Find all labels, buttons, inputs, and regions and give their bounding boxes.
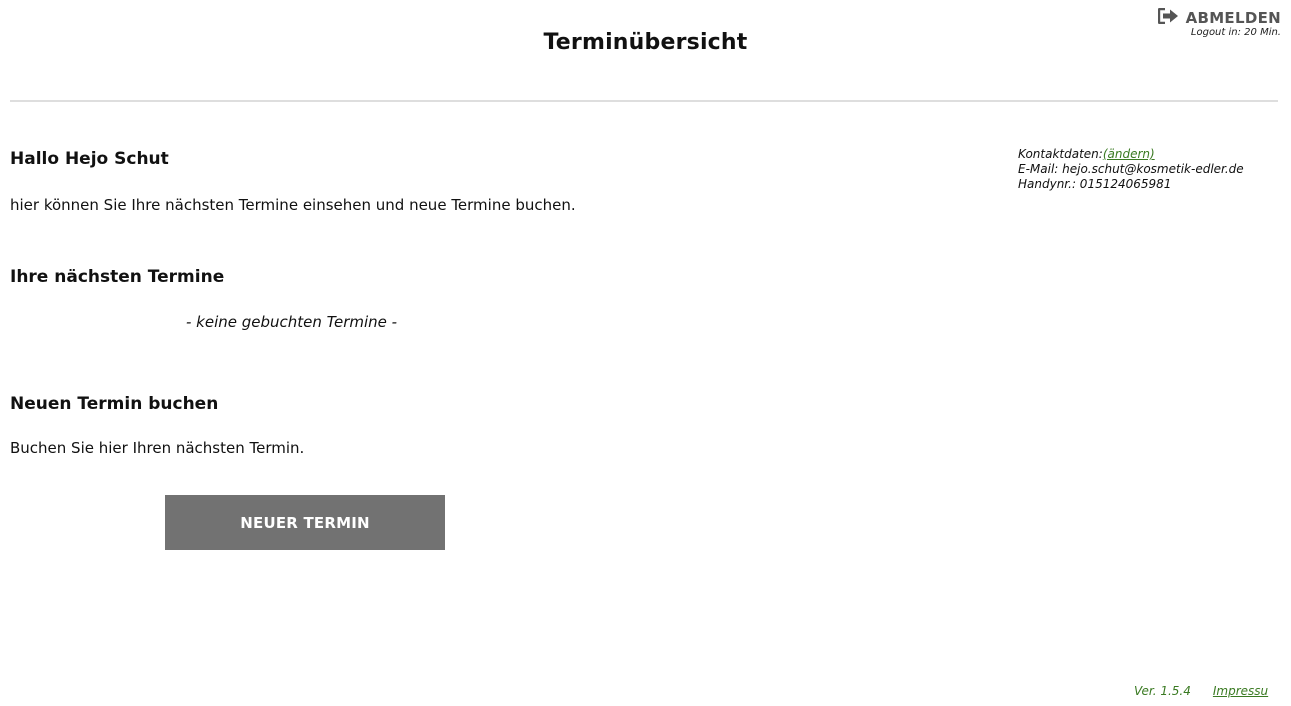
contact-label: Kontaktdaten: [1018,147,1103,161]
footer: Ver. 1.5.4 Impressu [1134,684,1268,698]
contact-email: E-Mail: hejo.schut@kosmetik-edler.de [1018,162,1244,176]
logout-timer: Logout in: 20 Min. [1190,27,1281,38]
header-divider [10,100,1278,102]
change-contact-link[interactable]: (ändern) [1103,147,1155,161]
no-appointments-text: - keine gebuchten Termine - [186,313,398,331]
sign-out-icon[interactable] [1157,7,1180,28]
impressum-link[interactable]: Impressu [1213,684,1268,698]
page: Terminübersicht ABMELDEN Logout in: 20 M… [0,0,1291,706]
booking-heading: Neuen Termin buchen [10,394,219,414]
greeting-text: hier können Sie Ihre nächsten Termine ei… [10,196,576,214]
contact-info: Kontaktdaten:(ändern) E-Mail: hejo.schut… [1018,147,1244,192]
logout-label[interactable]: ABMELDEN [1186,9,1281,27]
version-label: Ver. 1.5.4 [1134,684,1191,698]
greeting-heading: Hallo Hejo Schut [10,149,169,169]
new-appointment-button[interactable]: NEUER TERMIN [165,495,445,550]
contact-phone: Handynr.: 015124065981 [1018,177,1172,191]
page-title: Terminübersicht [543,30,748,55]
booking-text: Buchen Sie hier Ihren nächsten Termin. [10,439,305,457]
logout-button[interactable]: ABMELDEN Logout in: 20 Min. [1157,7,1281,38]
logout-top[interactable]: ABMELDEN [1157,7,1281,28]
contact-label-row: Kontaktdaten:(ändern) [1018,147,1244,162]
appointments-heading: Ihre nächsten Termine [10,267,225,287]
